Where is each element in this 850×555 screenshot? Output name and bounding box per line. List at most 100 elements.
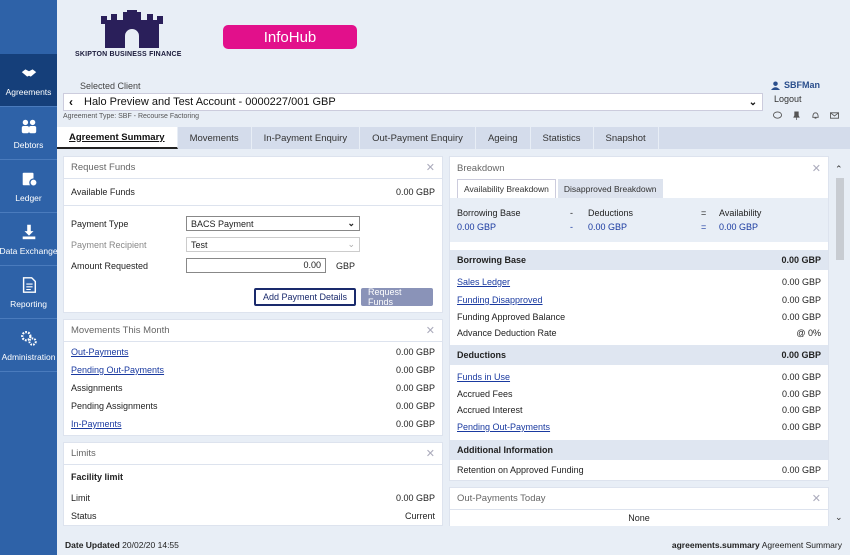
amount-label: Amount Requested	[71, 260, 149, 271]
sidebar-item-label: Administration	[1, 351, 56, 362]
tab-availability-breakdown[interactable]: Availability Breakdown	[457, 179, 556, 198]
agreement-type: Agreement Type: SBF - Recourse Factoring	[63, 113, 200, 120]
chat-icon[interactable]	[773, 111, 782, 120]
sidebar-item-debtors[interactable]: Debtors	[0, 107, 57, 160]
row-value: Current	[404, 511, 435, 521]
amount-currency: GBP	[336, 260, 356, 271]
tab-out-payment-enquiry[interactable]: Out-Payment Enquiry	[360, 127, 476, 149]
header-action-icons	[773, 111, 839, 120]
tab-agreement-summary[interactable]: Agreement Summary	[57, 127, 178, 149]
close-icon[interactable]: ✕	[812, 492, 821, 505]
pending-out-payments-link[interactable]: Pending Out-Payments	[71, 365, 164, 375]
logout-link[interactable]: Logout	[774, 94, 849, 104]
sidebar-item-label: Ledger	[15, 192, 42, 203]
sidebar-item-reporting[interactable]: Reporting	[0, 266, 57, 319]
row-value: 0.00 GBP	[395, 383, 435, 393]
breakdown-subtabs: Availability Breakdown Disapproved Break…	[457, 179, 821, 198]
section-title: Additional Information	[457, 445, 553, 455]
list-item: Accrued Fees 0.00 GBP	[450, 386, 828, 402]
request-funds-button[interactable]: Request Funds	[361, 287, 433, 307]
client-selector[interactable]: ‹ Halo Preview and Test Account - 000022…	[63, 93, 763, 111]
main-tabs: Agreement Summary Movements In-Payment E…	[57, 127, 850, 149]
list-item: Sales Ledger 0.00 GBP	[450, 273, 828, 291]
funding-disapproved-link[interactable]: Funding Disapproved	[457, 295, 543, 305]
out-payments-link[interactable]: Out-Payments	[71, 347, 129, 357]
chevron-down-icon: ⌄	[347, 239, 355, 249]
scroll-up-icon[interactable]: ⌃	[835, 164, 843, 175]
sidebar-item-ledger[interactable]: Ledger	[0, 160, 57, 213]
mail-icon[interactable]	[830, 111, 839, 120]
sales-ledger-link[interactable]: Sales Ledger	[457, 277, 510, 287]
section-total: 0.00 GBP	[781, 255, 821, 265]
list-item: Pending Out-Payments 0.00 GBP	[64, 361, 442, 379]
sidebar-item-label: Reporting	[10, 298, 47, 309]
brand-name: SKIPTON BUSINESS FINANCE	[75, 51, 182, 58]
download-icon	[22, 224, 35, 239]
list-item: Out-Payments 0.00 GBP	[64, 343, 442, 361]
bell-icon[interactable]	[811, 111, 820, 120]
funds-in-use-link[interactable]: Funds in Use	[457, 372, 510, 382]
chevron-down-icon: ⌄	[347, 218, 355, 228]
tab-in-payment-enquiry[interactable]: In-Payment Enquiry	[252, 127, 361, 149]
user-name-link[interactable]: SBFMan	[771, 80, 849, 90]
sidebar-item-data-exchange[interactable]: Data Exchange	[0, 213, 58, 266]
grid-label: Deductions	[588, 208, 634, 218]
row-value: 0.00 GBP	[395, 401, 435, 411]
grid-value: 0.00 GBP	[588, 222, 628, 232]
payment-recipient-select[interactable]: Test ⌄	[186, 237, 360, 252]
availability-summary: Borrowing Base - Deductions = Availabili…	[450, 198, 828, 242]
pin-icon[interactable]	[792, 111, 801, 120]
row-value: 0.00 GBP	[781, 465, 821, 475]
out-payments-today-value: None	[628, 513, 650, 523]
borrowing-base-header: Borrowing Base 0.00 GBP	[450, 250, 828, 270]
footer: Date Updated 20/02/20 14:55 agreements.s…	[57, 534, 850, 555]
row-label: Accrued Fees	[457, 389, 513, 399]
row-value: 0.00 GBP	[781, 389, 821, 399]
row-value: 0.00 GBP	[781, 422, 821, 432]
list-item: Limit 0.00 GBP	[64, 489, 442, 507]
back-arrow-icon[interactable]: ‹	[64, 95, 78, 109]
grid-operator: -	[570, 222, 573, 232]
close-icon[interactable]: ✕	[426, 161, 435, 174]
scroll-down-icon[interactable]: ⌄	[835, 512, 843, 523]
grid-value: 0.00 GBP	[719, 222, 759, 232]
castle-logo-icon	[101, 10, 163, 48]
grid-label: Availability	[719, 208, 762, 218]
list-item: Funding Approved Balance 0.00 GBP	[450, 309, 828, 325]
in-payments-link[interactable]: In-Payments	[71, 419, 122, 429]
chevron-down-icon[interactable]: ⌄	[744, 97, 762, 108]
selected-client-label: Selected Client	[80, 81, 141, 91]
ledger-icon	[22, 172, 38, 187]
amount-input[interactable]: 0.00	[186, 258, 326, 273]
tab-ageing[interactable]: Ageing	[476, 127, 531, 149]
out-payments-today-panel: Out-Payments Today ✕ None	[449, 487, 829, 526]
pending-out-payments-link[interactable]: Pending Out-Payments	[457, 422, 550, 432]
tab-statistics[interactable]: Statistics	[531, 127, 594, 149]
sidebar-item-administration[interactable]: Administration	[0, 319, 57, 372]
close-icon[interactable]: ✕	[812, 162, 821, 175]
sidebar: Agreements Debtors Ledger Data Exchange …	[0, 0, 58, 555]
scroll-thumb[interactable]	[836, 178, 844, 260]
list-item: Advance Deduction Rate @ 0%	[450, 325, 828, 341]
close-icon[interactable]: ✕	[426, 447, 435, 460]
add-payment-details-button[interactable]: Add Payment Details	[253, 288, 356, 306]
row-label: Accrued Interest	[457, 405, 523, 415]
tab-snapshot[interactable]: Snapshot	[594, 127, 659, 149]
list-item: Accrued Interest 0.00 GBP	[450, 402, 828, 418]
breakdown-panel: Breakdown ✕ Availability Breakdown Disapp…	[449, 156, 829, 481]
tab-disapproved-breakdown[interactable]: Disapproved Breakdown	[557, 179, 663, 198]
close-icon[interactable]: ✕	[426, 324, 435, 337]
sidebar-item-label: Debtors	[13, 139, 44, 150]
row-value: 0.00 GBP	[395, 419, 435, 429]
sidebar-item-agreements[interactable]: Agreements	[0, 54, 57, 107]
content-scrollbar[interactable]: ⌃ ⌄	[834, 164, 846, 524]
additional-info-header: Additional Information	[450, 440, 828, 460]
tab-movements[interactable]: Movements	[178, 127, 252, 149]
section-total: 0.00 GBP	[781, 350, 821, 360]
movements-panel: Movements This Month ✕ Out-Payments 0.00 G…	[63, 319, 443, 436]
report-icon	[22, 276, 36, 293]
list-item: Pending Out-Payments 0.00 GBP	[450, 418, 828, 436]
payment-type-select[interactable]: BACS Payment ⌄	[186, 216, 360, 231]
date-updated-label: Date Updated	[65, 539, 120, 550]
people-icon	[21, 119, 36, 133]
